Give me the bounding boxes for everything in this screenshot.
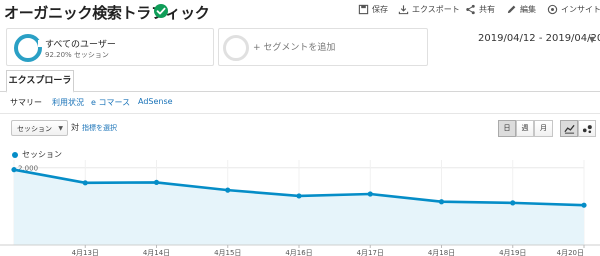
x-tick-label: 4月17日 [357, 249, 384, 256]
line-chart-button[interactable] [560, 120, 578, 137]
data-point [296, 193, 302, 199]
subtab-adsense[interactable]: AdSense [138, 97, 173, 106]
insights-icon [547, 4, 558, 15]
share-icon [466, 4, 475, 15]
date-range-picker[interactable]: 2019/04/12 - 2019/04/20 [478, 33, 600, 44]
save-icon [358, 4, 369, 15]
tab-explorer[interactable]: エクスプローラ [6, 70, 74, 93]
data-point [225, 187, 231, 193]
data-point [367, 191, 373, 197]
data-point [581, 202, 587, 208]
edit-icon [507, 5, 516, 14]
period-week-button[interactable]: 週 [516, 120, 534, 137]
add-segment-button[interactable]: + セグメントを追加 [218, 28, 428, 66]
tab-divider [0, 91, 600, 92]
x-tick-label: 4月18日 [428, 249, 455, 256]
export-button[interactable]: エクスポート [398, 4, 460, 15]
dropdown-caret-icon: ▼ [58, 125, 63, 132]
legend-marker [12, 152, 18, 158]
line-chart-icon [563, 124, 575, 134]
edit-label: 編集 [520, 5, 536, 14]
insights-button[interactable]: インサイト [547, 4, 600, 15]
x-tick-label: 4月16日 [285, 249, 312, 256]
export-label: エクスポート [412, 5, 460, 14]
segment-ring-icon [14, 34, 43, 62]
segment-percentage: 92.20% セッション [45, 51, 109, 59]
period-month-button[interactable]: 月 [534, 120, 553, 137]
motion-chart-button[interactable] [578, 120, 596, 137]
x-tick-label: 4月14日 [143, 249, 170, 256]
save-button[interactable]: 保存 [358, 4, 388, 15]
x-tick-label: 4月19日 [499, 249, 526, 256]
save-label: 保存 [372, 5, 388, 14]
sessions-chart: 2,0001,0004月13日4月14日4月15日4月16日4月17日4月18日… [0, 160, 600, 256]
subtab-divider [0, 113, 600, 114]
period-day-button[interactable]: 日 [498, 120, 516, 137]
add-segment-label: + セグメントを追加 [253, 43, 336, 53]
segment-name: すべてのユーザー [45, 40, 116, 50]
data-point [82, 180, 88, 186]
x-tick-label: 4月13日 [72, 249, 99, 256]
x-tick-label: 4月15日 [214, 249, 241, 256]
share-label: 共有 [479, 5, 495, 14]
x-tick-label: 4月20日 [557, 249, 584, 256]
motion-chart-icon [582, 125, 592, 134]
share-button[interactable]: 共有 [465, 4, 495, 15]
verified-check-icon [154, 4, 168, 18]
chevron-down-icon[interactable]: ▼ [589, 35, 595, 44]
edit-button[interactable]: 編集 [506, 4, 536, 15]
data-point [153, 179, 160, 186]
segment-all-users[interactable]: すべてのユーザー 92.20% セッション [6, 28, 214, 66]
empty-segment-ring-icon [223, 35, 249, 61]
insights-label: インサイト [561, 5, 600, 14]
select-metric-link[interactable]: 指標を選択 [82, 123, 117, 133]
subtab-summary[interactable]: サマリー [10, 97, 42, 108]
subtab-usage[interactable]: 利用状況 [52, 97, 84, 108]
metric-select-value: セッション [17, 125, 52, 133]
versus-label: 対 [71, 123, 79, 132]
data-point [11, 167, 17, 173]
report-title: オーガニック検索トラフィック [4, 4, 210, 22]
legend-label: セッション [22, 150, 62, 159]
data-point [510, 200, 516, 206]
metric-select[interactable]: セッション ▼ [11, 120, 68, 136]
data-point [438, 199, 445, 205]
subtab-ecommerce[interactable]: e コマース [91, 97, 130, 108]
export-icon [398, 5, 409, 15]
